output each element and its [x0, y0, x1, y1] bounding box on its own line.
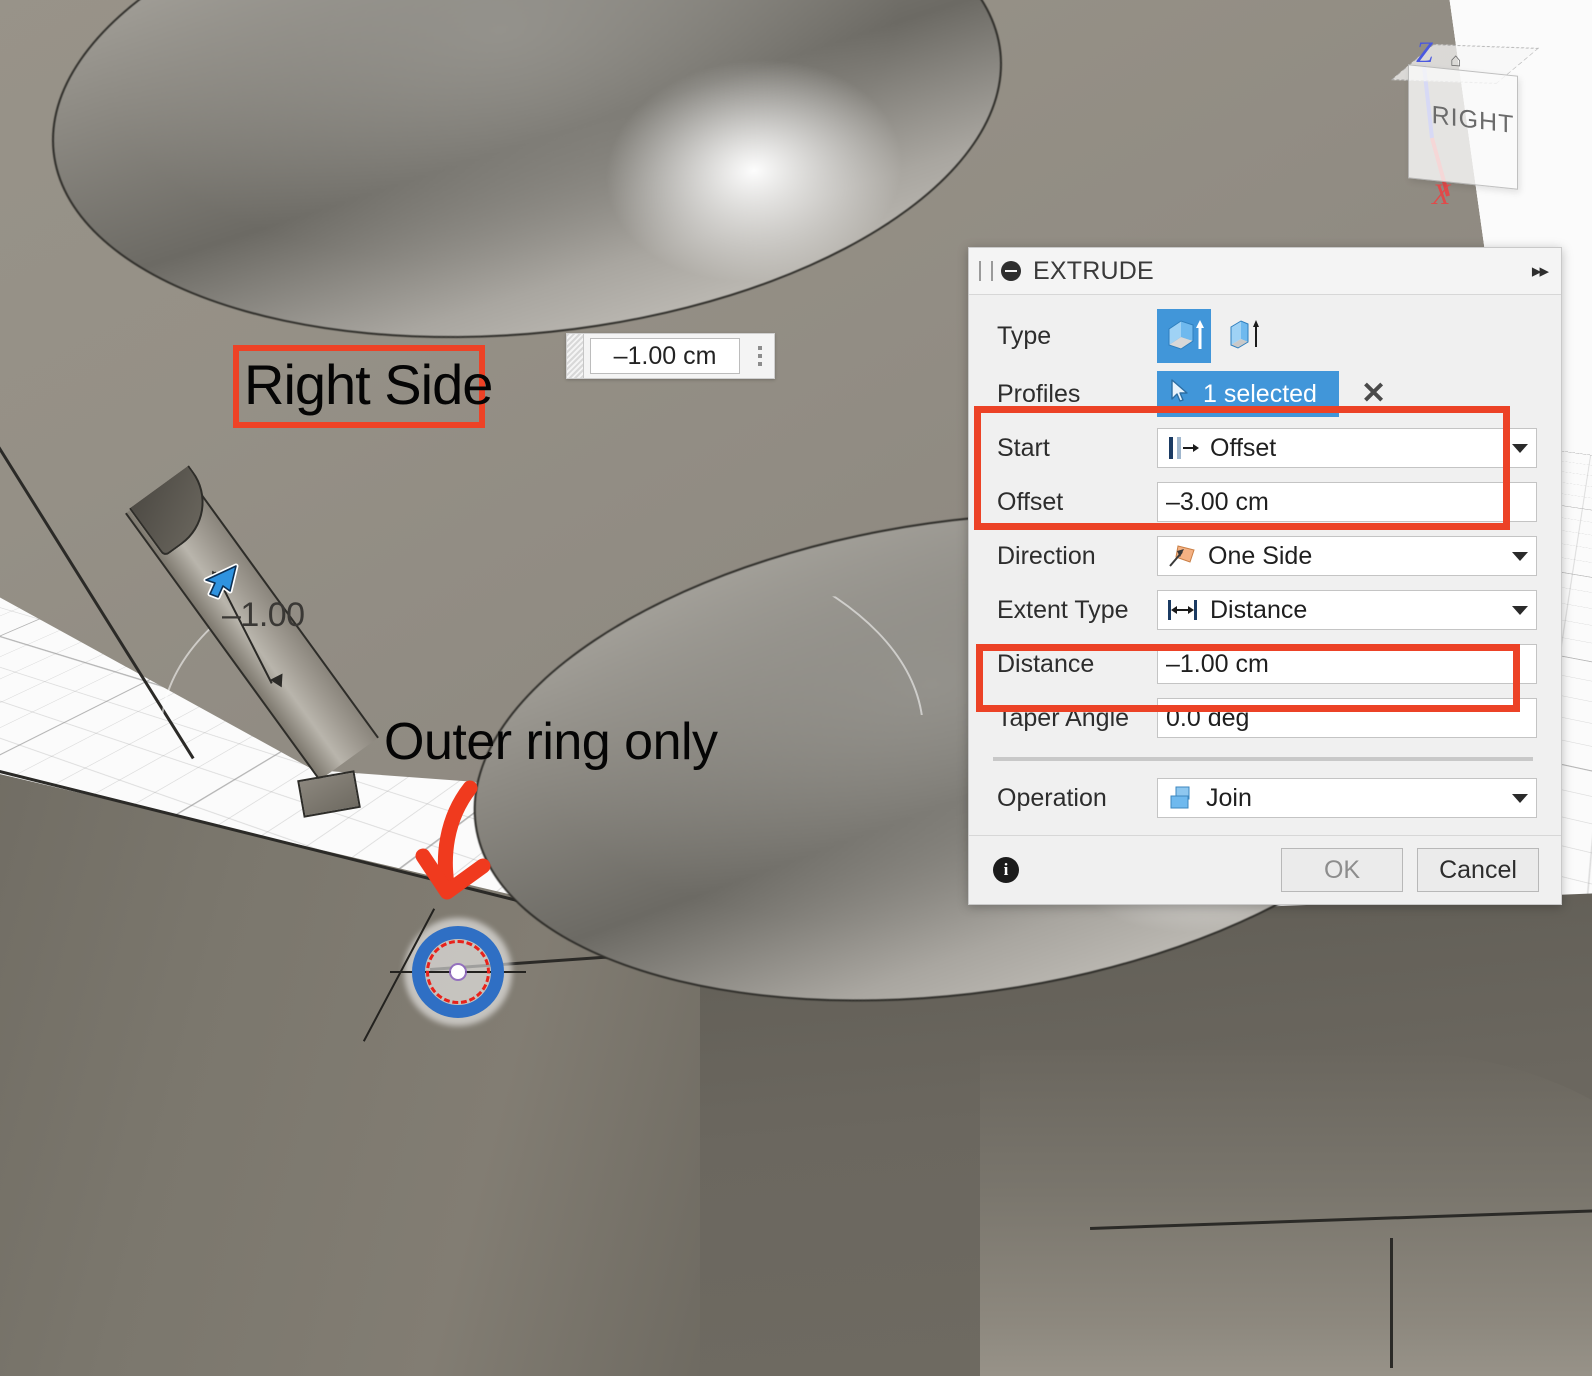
label-operation: Operation	[997, 783, 1107, 812]
extrude-dialog[interactable]: EXTRUDE ▸▸ Type Profiles 1 selected ✕ St…	[968, 247, 1562, 905]
viewport-distance-input[interactable]: –1.00 cm	[590, 338, 740, 374]
fusion360-screenshot: –1.00 –1.00 cm ⌂ RIGHT Z X Right Side Ou…	[0, 0, 1592, 1376]
profiles-selection-chip[interactable]: 1 selected	[1157, 371, 1339, 417]
dialog-titlebar[interactable]: EXTRUDE ▸▸	[969, 248, 1561, 295]
model-edge-fillet-seam	[1390, 1238, 1393, 1368]
join-icon	[1166, 785, 1196, 811]
info-icon[interactable]: i	[993, 857, 1019, 883]
value-box-more-icon[interactable]	[746, 334, 774, 378]
start-value: Offset	[1210, 433, 1277, 462]
operation-value: Join	[1206, 783, 1252, 812]
offset-start-icon	[1166, 435, 1200, 461]
label-direction: Direction	[997, 541, 1096, 570]
value-box-grip-icon[interactable]	[567, 334, 584, 378]
home-icon[interactable]: ⌂	[1450, 50, 1461, 73]
dot	[758, 346, 762, 350]
row-offset: Offset –3.00 cm	[969, 475, 1561, 529]
one-side-icon	[1166, 543, 1198, 569]
dialog-body: Type Profiles 1 selected ✕ Start Offset …	[969, 295, 1561, 825]
x-axis-label: X	[1432, 178, 1451, 211]
select-cursor-icon	[1169, 378, 1191, 411]
label-distance: Distance	[997, 649, 1095, 678]
collapse-icon[interactable]	[1001, 261, 1021, 281]
start-dropdown[interactable]: Offset	[1157, 428, 1537, 468]
arrow-cursor	[196, 558, 240, 604]
viewport-value-box[interactable]: –1.00 cm	[566, 333, 775, 379]
profiles-chip-label: 1 selected	[1203, 379, 1317, 408]
dot	[758, 354, 762, 358]
extrude-manipulator-handle[interactable]	[362, 908, 526, 1042]
chevron-down-icon[interactable]	[1512, 443, 1528, 453]
label-extent-type: Extent Type	[997, 595, 1129, 624]
dot	[758, 362, 762, 366]
direction-dropdown[interactable]: One Side	[1157, 536, 1537, 576]
expand-icon[interactable]: ▸▸	[1532, 260, 1549, 283]
chevron-down-icon[interactable]	[1512, 605, 1528, 615]
solid-extrude-icon[interactable]	[1157, 309, 1211, 363]
offset-input[interactable]: –3.00 cm	[1157, 482, 1537, 522]
distance-input[interactable]: –1.00 cm	[1157, 644, 1537, 684]
taper-angle-input[interactable]: 0.0 deg	[1157, 698, 1537, 738]
clear-selection-icon[interactable]: ✕	[1361, 379, 1386, 409]
row-distance: Distance –1.00 cm	[969, 637, 1561, 691]
row-extent-type: Extent Type Distance	[969, 583, 1561, 637]
label-profiles: Profiles	[997, 379, 1081, 408]
direction-value: One Side	[1208, 541, 1313, 570]
z-axis-label: Z	[1416, 36, 1433, 69]
annotation-outer-ring: Outer ring only	[384, 713, 718, 771]
taper-angle-value: 0.0 deg	[1166, 703, 1250, 732]
dialog-grip-icon[interactable]	[979, 261, 993, 281]
distance-icon	[1166, 597, 1200, 623]
annotation-down-arrow-icon	[415, 780, 535, 920]
offset-value: –3.00 cm	[1166, 487, 1269, 516]
ok-button[interactable]: OK	[1281, 848, 1403, 892]
extent-type-value: Distance	[1210, 595, 1308, 624]
label-taper-angle: Taper Angle	[997, 703, 1130, 732]
view-cube[interactable]: ⌂ RIGHT Z X	[1372, 18, 1572, 228]
divider	[993, 757, 1533, 761]
row-start: Start Offset	[969, 421, 1561, 475]
row-taper-angle: Taper Angle 0.0 deg	[969, 691, 1561, 745]
manipulator-center-dot[interactable]	[451, 965, 465, 979]
operation-dropdown[interactable]: Join	[1157, 778, 1537, 818]
distance-value: –1.00 cm	[1166, 649, 1269, 678]
dialog-footer: i OK Cancel	[969, 835, 1561, 904]
dialog-title: EXTRUDE	[1033, 256, 1154, 285]
cancel-button[interactable]: Cancel	[1417, 848, 1539, 892]
label-type: Type	[997, 321, 1052, 350]
label-offset: Offset	[997, 487, 1064, 516]
chevron-down-icon[interactable]	[1512, 793, 1528, 803]
label-start: Start	[997, 433, 1050, 462]
row-operation: Operation Join	[969, 771, 1561, 825]
extent-type-dropdown[interactable]: Distance	[1157, 590, 1537, 630]
thin-extrude-icon[interactable]	[1217, 309, 1271, 363]
chevron-down-icon[interactable]	[1512, 551, 1528, 561]
row-direction: Direction One Side	[969, 529, 1561, 583]
row-type: Type	[969, 305, 1561, 367]
annotation-right-side: Right Side	[244, 353, 493, 416]
row-profiles: Profiles 1 selected ✕	[969, 367, 1561, 421]
